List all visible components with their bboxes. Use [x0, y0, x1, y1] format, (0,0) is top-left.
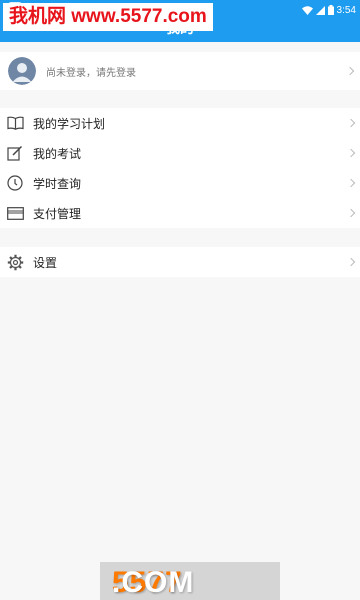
watermark-bottom: 5577 .COM [100, 562, 280, 600]
status-time: 3:54 [336, 4, 356, 16]
settings-label: 设置 [33, 255, 58, 270]
chevron-right-icon [346, 208, 356, 218]
menu-group: 我的学习计划 我的考试 学时查询 支付管理 [0, 108, 360, 228]
login-prompt-row[interactable]: 尚未登录，请先登录 [0, 52, 360, 90]
signal-icon [315, 5, 325, 15]
chevron-right-icon [346, 118, 356, 128]
menu-item-label: 我的考试 [33, 146, 82, 161]
avatar [8, 57, 36, 85]
chevron-right-icon [345, 66, 355, 76]
wifi-icon [301, 5, 313, 15]
menu-item-hours[interactable]: 学时查询 [0, 168, 360, 198]
status-bar: 3:54 [301, 2, 356, 18]
watermark-top: 我机网 www.5577.com [3, 3, 213, 31]
menu-item-exam[interactable]: 我的考试 [0, 138, 360, 168]
clock-icon [6, 174, 24, 192]
menu-item-label: 我的学习计划 [33, 116, 106, 131]
book-icon [6, 114, 24, 132]
watermark-suffix: .COM [112, 566, 195, 599]
edit-icon [6, 144, 24, 162]
menu-item-settings[interactable]: 设置 [0, 247, 360, 277]
chevron-right-icon [346, 178, 356, 188]
card-icon [6, 204, 24, 222]
menu-item-label: 学时查询 [33, 176, 82, 191]
gear-icon [6, 253, 24, 271]
menu-item-label: 支付管理 [33, 206, 82, 221]
login-prompt-text: 尚未登录，请先登录 [46, 67, 136, 79]
settings-group: 设置 [0, 247, 360, 277]
chevron-right-icon [346, 257, 356, 267]
battery-icon [327, 5, 334, 15]
menu-item-payment[interactable]: 支付管理 [0, 198, 360, 228]
menu-item-study-plan[interactable]: 我的学习计划 [0, 108, 360, 138]
chevron-right-icon [346, 148, 356, 158]
